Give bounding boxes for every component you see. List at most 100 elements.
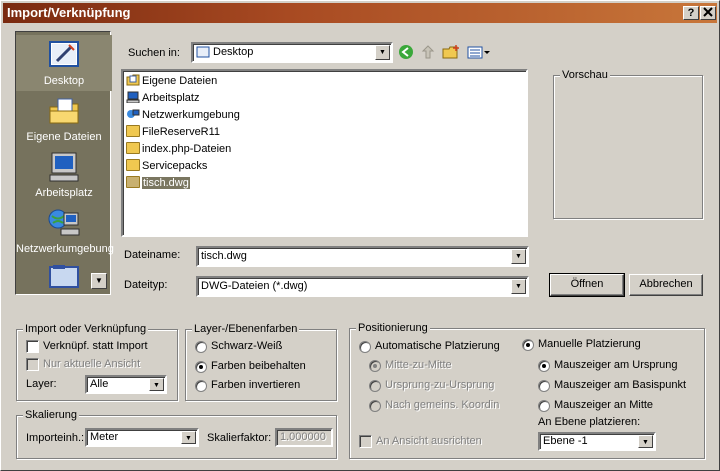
only-view-checkbox[interactable] xyxy=(26,358,39,371)
place-label: Eigene Dateien xyxy=(26,131,102,143)
place-my-computer[interactable]: Arbeitsplatz xyxy=(16,147,112,203)
scale-group-title: Skalierung xyxy=(23,409,79,421)
list-item[interactable]: Servicepacks xyxy=(126,158,207,175)
link-instead-label: Verknüpf. statt Import xyxy=(43,340,148,352)
lookin-label: Suchen in: xyxy=(128,47,180,59)
scale-group: Skalierung Importeinh.: Meter Skalierfak… xyxy=(16,409,337,459)
place-label: Desktop xyxy=(43,75,85,87)
place-my-documents[interactable]: Eigene Dateien xyxy=(16,91,112,147)
folder-icon xyxy=(126,125,140,137)
filename-dropdown-button[interactable] xyxy=(511,249,526,264)
list-item[interactable]: Netzwerkumgebung xyxy=(126,107,240,124)
computer-icon xyxy=(49,152,79,182)
invert-colors-radio[interactable] xyxy=(195,380,207,392)
places-scroll-down-button[interactable]: ▼ xyxy=(91,273,107,289)
list-item-selected[interactable]: tisch.dwg xyxy=(126,175,190,192)
place-label: Netzwerkumgebung xyxy=(16,243,114,255)
cursor-basepoint-label: Mauszeiger am Basispunkt xyxy=(554,379,687,391)
computer-icon xyxy=(126,91,140,103)
cancel-button[interactable]: Abbrechen xyxy=(629,274,703,296)
docs-folder-icon xyxy=(49,98,79,124)
bw-label: Schwarz-Weiß xyxy=(211,340,283,352)
filename-label: Dateiname: xyxy=(124,249,181,261)
dwg-file-icon xyxy=(126,176,140,188)
help-button[interactable]: ? xyxy=(683,6,699,20)
file-name: Servicepacks xyxy=(142,160,208,172)
import-group-title: Import oder Verknüpfung xyxy=(23,323,149,335)
window-title: Import/Verknüpfung xyxy=(7,5,131,20)
unit-select[interactable]: Meter xyxy=(85,428,199,447)
import-group: Import oder Verknüpfung Verknüpf. statt … xyxy=(16,323,178,401)
view-menu-button[interactable] xyxy=(466,44,492,62)
list-item[interactable]: Eigene Dateien xyxy=(126,73,217,90)
close-button[interactable] xyxy=(700,6,716,20)
title-bar: Import/Verknüpfung ? xyxy=(3,3,717,23)
close-icon xyxy=(703,7,713,17)
lookin-combobox[interactable]: Desktop xyxy=(191,42,393,63)
common-coords-radio[interactable] xyxy=(369,400,381,412)
position-group-title: Positionierung xyxy=(356,322,430,334)
unit-label: Importeinh.: xyxy=(26,432,85,444)
cursor-origin-label: Mauszeiger am Ursprung xyxy=(554,359,678,371)
folder-icon xyxy=(126,142,140,154)
desktop-icon xyxy=(196,46,210,58)
factor-input[interactable]: 1.000000 xyxy=(275,428,333,447)
layer-select[interactable]: Alle xyxy=(85,375,167,394)
plane-select[interactable]: Ebene -1 xyxy=(538,432,656,451)
new-folder-button[interactable] xyxy=(442,44,460,62)
bw-radio[interactable] xyxy=(195,341,207,353)
keep-colors-radio[interactable] xyxy=(195,361,207,373)
folder-icon xyxy=(49,265,79,288)
link-instead-checkbox[interactable] xyxy=(26,340,39,353)
network-icon xyxy=(48,209,80,236)
filetype-dropdown-button[interactable] xyxy=(511,279,526,294)
lookin-value: Desktop xyxy=(213,46,254,58)
docs-folder-icon xyxy=(126,74,140,86)
common-coords-label: Nach gemeins. Koordin xyxy=(385,399,500,411)
factor-value: 1.000000 xyxy=(280,431,326,443)
position-group: Positionierung Automatische Platzierung … xyxy=(349,322,705,459)
list-item[interactable]: Arbeitsplatz xyxy=(126,90,199,107)
origin-to-origin-label: Ursprung-zu-Ursprung xyxy=(385,379,495,391)
file-name: Netzwerkumgebung xyxy=(142,109,240,121)
plane-value: Ebene -1 xyxy=(543,435,588,447)
preview-label: Vorschau xyxy=(560,69,610,81)
place-desktop[interactable]: Desktop xyxy=(16,35,112,91)
only-view-label: Nur aktuelle Ansicht xyxy=(43,358,141,370)
manual-placement-radio[interactable] xyxy=(522,339,534,351)
back-button[interactable] xyxy=(397,44,415,62)
unit-dropdown-button[interactable] xyxy=(181,431,196,444)
unit-value: Meter xyxy=(90,431,119,443)
cursor-center-radio[interactable] xyxy=(538,400,550,412)
align-view-checkbox[interactable] xyxy=(359,435,372,448)
auto-placement-label: Automatische Platzierung xyxy=(375,340,500,352)
origin-to-origin-radio[interactable] xyxy=(369,380,381,392)
auto-placement-radio[interactable] xyxy=(359,341,371,353)
cursor-basepoint-radio[interactable] xyxy=(538,380,550,392)
plane-label: An Ebene platzieren: xyxy=(538,416,641,428)
open-button[interactable]: Öffnen xyxy=(549,273,625,297)
file-list[interactable]: Eigene Dateien Arbeitsplatz Netzwerkumge… xyxy=(121,69,528,237)
preview-group: Vorschau xyxy=(553,69,703,219)
manual-placement-label: Manuelle Platzierung xyxy=(538,338,641,350)
lookin-dropdown-button[interactable] xyxy=(375,45,390,60)
view-menu-icon xyxy=(467,46,490,59)
desktop-icon xyxy=(49,41,79,67)
new-folder-icon xyxy=(442,45,459,59)
filetype-label: Dateityp: xyxy=(124,279,168,291)
cursor-origin-radio[interactable] xyxy=(538,360,550,372)
place-network[interactable]: Netzwerkumgebung xyxy=(16,203,114,259)
layer-dropdown-button[interactable] xyxy=(149,378,164,391)
factor-label: Skalierfaktor: xyxy=(207,432,272,444)
folder-icon xyxy=(126,159,140,171)
filetype-value: DWG-Dateien (*.dwg) xyxy=(201,280,308,292)
center-to-center-radio[interactable] xyxy=(369,360,381,372)
list-item[interactable]: FileReserveR11 xyxy=(126,124,220,141)
plane-dropdown-button[interactable] xyxy=(638,435,653,448)
cursor-center-label: Mauszeiger an Mitte xyxy=(554,399,654,411)
filename-input[interactable]: tisch.dwg xyxy=(196,246,529,267)
up-folder-button[interactable] xyxy=(419,44,437,62)
list-item[interactable]: index.php-Dateien xyxy=(126,141,231,158)
filename-value: tisch.dwg xyxy=(201,250,247,262)
filetype-select[interactable]: DWG-Dateien (*.dwg) xyxy=(196,276,529,297)
